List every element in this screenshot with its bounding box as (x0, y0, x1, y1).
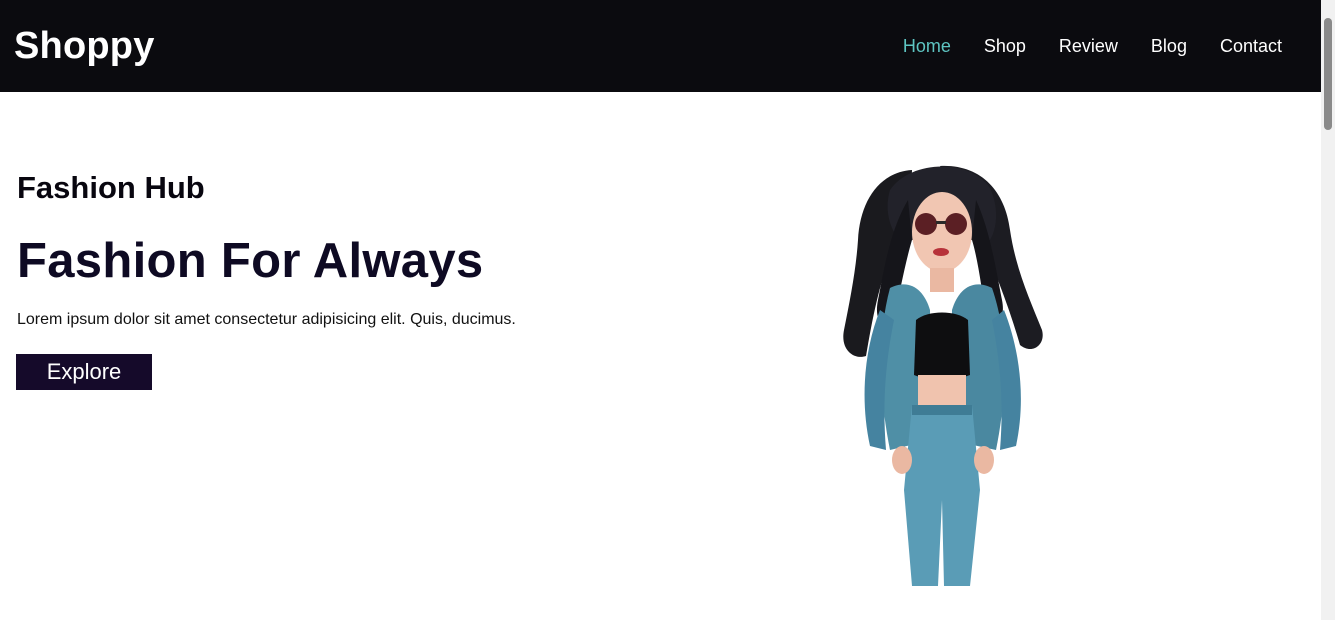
hero-title: Fashion For Always (17, 234, 484, 288)
hero-subtitle: Fashion Hub (17, 170, 205, 205)
site-logo[interactable]: Shoppy (14, 25, 155, 68)
fashion-model-image (843, 165, 1043, 586)
nav-link-blog[interactable]: Blog (1151, 36, 1187, 57)
hero-text: Fashion Hub Fashion For Always Lorem ips… (17, 170, 516, 329)
navbar: Shoppy Home Shop Review Blog Contact (0, 0, 1321, 92)
nav-link-review[interactable]: Review (1059, 36, 1118, 57)
vertical-scrollbar[interactable] (1321, 0, 1335, 620)
nav-link-shop[interactable]: Shop (984, 36, 1026, 57)
nav-link-contact[interactable]: Contact (1220, 36, 1282, 57)
scrollbar-thumb[interactable] (1324, 18, 1332, 130)
nav-links: Home Shop Review Blog Contact (870, 36, 1282, 57)
nav-link-home[interactable]: Home (903, 36, 951, 57)
page: Shoppy Home Shop Review Blog Contact Fas… (0, 0, 1335, 620)
hero-description: Lorem ipsum dolor sit amet consectetur a… (17, 311, 516, 328)
explore-button[interactable]: Explore (16, 354, 152, 390)
